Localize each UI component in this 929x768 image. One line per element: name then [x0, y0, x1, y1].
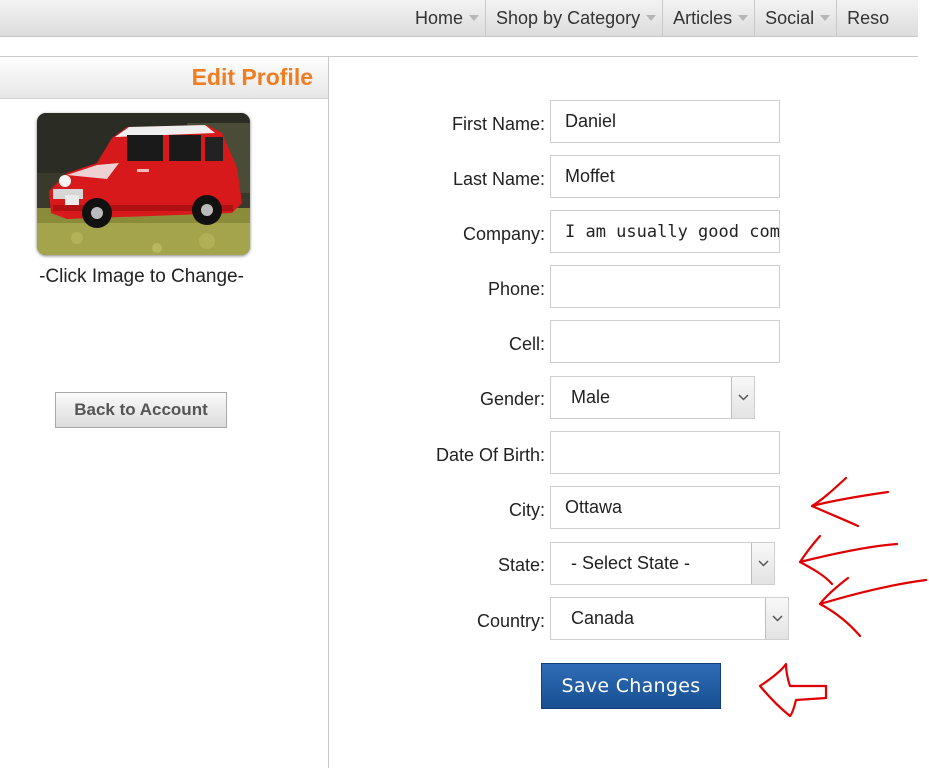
chevron-down-icon[interactable] [731, 377, 754, 418]
nav-item-label: Reso [847, 7, 890, 28]
nav-item-label: Articles [673, 7, 733, 28]
gender-selected-value: Male [571, 387, 611, 407]
caret-down-icon [820, 15, 831, 21]
cell-field[interactable] [550, 320, 780, 363]
arrow-to-save [758, 662, 828, 718]
profile-photo[interactable] [37, 113, 250, 255]
city-field[interactable]: Ottawa [550, 486, 780, 529]
top-navigation-bar: Home Shop by Category Articles Social Re… [0, 0, 918, 37]
city-label: City: [509, 500, 545, 520]
save-changes-button[interactable]: Save Changes [541, 663, 721, 709]
gender-select[interactable]: Male [550, 376, 755, 419]
nav-item-shop-by-category[interactable]: Shop by Category [486, 0, 664, 36]
state-label: State: [497, 555, 545, 575]
arrow-to-state [798, 542, 899, 586]
profile-sidebar: Edit Profile -Click Image to Change- Bac… [0, 57, 329, 768]
date-of-birth-label: Date Of Birth: [435, 445, 545, 465]
nav-item-resources[interactable]: Reso [837, 0, 895, 36]
date-of-birth-field[interactable] [550, 431, 780, 474]
last-name-field[interactable]: Moffet [550, 155, 780, 198]
nav-item-label: Home [415, 7, 464, 28]
page-title: Edit Profile [191, 64, 313, 90]
first-name-field[interactable]: Daniel [550, 100, 780, 143]
nav-item-label: Social [765, 7, 815, 28]
gender-label: Gender: [479, 389, 545, 409]
arrow-to-city [810, 490, 890, 528]
phone-label: Phone: [487, 279, 545, 299]
state-selected-value: - Select State - [571, 553, 691, 573]
nav-menu: Home Shop by Category Articles Social Re… [405, 0, 895, 36]
chevron-down-icon[interactable] [765, 598, 788, 639]
cell-label: Cell: [508, 334, 545, 354]
nav-item-social[interactable]: Social [755, 0, 838, 36]
sidebar-header: Edit Profile [0, 57, 328, 99]
caret-down-icon [469, 15, 480, 21]
phone-field[interactable] [550, 265, 780, 308]
chevron-down-icon[interactable] [751, 543, 774, 584]
caret-down-icon [646, 15, 657, 21]
caret-down-icon [738, 15, 749, 21]
last-name-label: Last Name: [452, 169, 545, 189]
photo-change-caption: -Click Image to Change- [39, 266, 244, 287]
nav-item-label: Shop by Category [496, 7, 641, 28]
car-photo-image [37, 113, 250, 255]
back-to-account-button[interactable]: Back to Account [55, 392, 227, 428]
state-select[interactable]: - Select State - [550, 542, 775, 585]
company-field[interactable]: I am usually good compa [550, 210, 780, 253]
arrow-to-country [818, 578, 928, 638]
first-name-label: First Name: [451, 114, 545, 134]
company-label: Company: [462, 224, 545, 244]
country-selected-value: Canada [571, 608, 635, 628]
country-select[interactable]: Canada [550, 597, 789, 640]
nav-item-articles[interactable]: Articles [663, 0, 756, 36]
country-label: Country: [476, 611, 545, 631]
nav-item-home[interactable]: Home [405, 0, 487, 36]
